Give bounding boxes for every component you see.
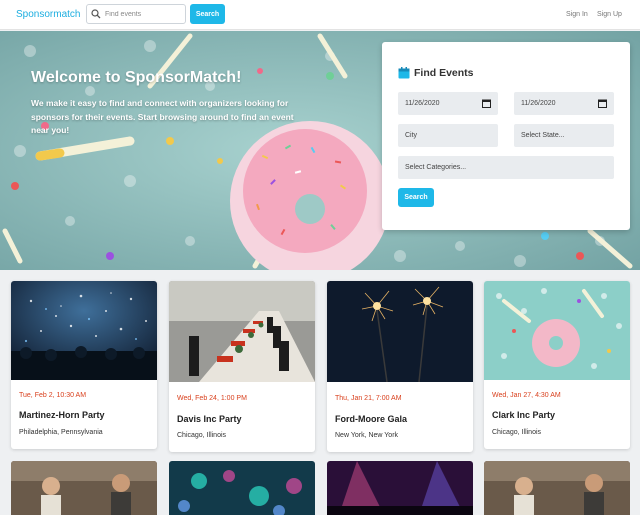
nav-search[interactable] [86,4,186,24]
event-card[interactable]: Thu, Jan 21, 7:00 AM Ford-Moore Gala New… [327,281,473,452]
state-placeholder: Select State... [521,132,565,139]
event-title[interactable]: Clark Inc Party [492,410,555,420]
event-card-image[interactable] [11,461,157,515]
sign-in-link[interactable]: Sign In [566,11,588,18]
search-icon [91,9,101,19]
event-date: Wed, Jan 27, 4:30 AM [492,392,561,399]
event-card[interactable]: Wed, Jan 27, 4:30 AM Clark Inc Party Chi… [484,281,630,449]
event-location: Philadelphia, Pennsylvania [19,429,103,436]
brand-logo[interactable]: Sponsormatch [16,9,80,20]
event-card-image[interactable] [169,461,315,515]
event-image-club-lights [169,461,315,515]
event-location: New York, New York [335,432,399,439]
event-card-image[interactable] [484,461,630,515]
calendar-picker-icon[interactable] [598,99,607,108]
end-date-input[interactable]: 11/26/2020 [514,92,614,115]
calendar-picker-icon[interactable] [482,99,491,108]
city-placeholder: City [405,132,418,139]
calendar-icon [398,67,410,79]
start-date-value: 11/26/2020 [405,100,440,107]
event-title[interactable]: Davis Inc Party [177,414,242,424]
find-events-panel: Find Events 11/26/2020 11/26/2020 City S… [382,42,630,230]
categories-placeholder: Select Categories... [405,164,467,171]
navbar: Sponsormatch Search Sign In Sign Up [0,0,640,30]
event-image-donut [484,281,630,380]
event-image-people [484,461,630,515]
sign-up-link[interactable]: Sign Up [597,11,622,18]
hero-description: We make it easy to find and connect with… [31,98,294,135]
event-image-people [11,461,157,515]
search-input[interactable] [105,5,185,23]
event-image-banquet [169,281,315,382]
find-events-title: Find Events [414,67,474,79]
event-date: Thu, Jan 21, 7:00 AM [335,395,402,402]
hero-title: Welcome to SponsorMatch! [31,69,242,86]
event-title[interactable]: Martinez-Horn Party [19,410,105,420]
event-location: Chicago, Illinois [492,429,542,436]
end-date-value: 11/26/2020 [521,100,556,107]
start-date-input[interactable]: 11/26/2020 [398,92,498,115]
nav-search-button[interactable]: Search [190,4,225,24]
event-card[interactable]: Wed, Feb 24, 1:00 PM Davis Inc Party Chi… [169,281,315,452]
event-card[interactable]: Tue, Feb 2, 10:30 AM Martinez-Horn Party… [11,281,157,449]
city-input[interactable]: City [398,124,498,147]
event-image-sparklers [327,281,473,382]
event-date: Wed, Feb 24, 1:00 PM [177,395,247,402]
find-events-search-button[interactable]: Search [398,188,434,207]
categories-select[interactable]: Select Categories... [398,156,614,179]
event-card-image[interactable] [327,461,473,515]
state-select[interactable]: Select State... [514,124,614,147]
event-image-concert [11,281,157,380]
event-date: Tue, Feb 2, 10:30 AM [19,392,87,399]
event-title[interactable]: Ford-Moore Gala [335,414,407,424]
event-image-concert-stage [327,461,473,515]
event-location: Chicago, Illinois [177,432,227,439]
